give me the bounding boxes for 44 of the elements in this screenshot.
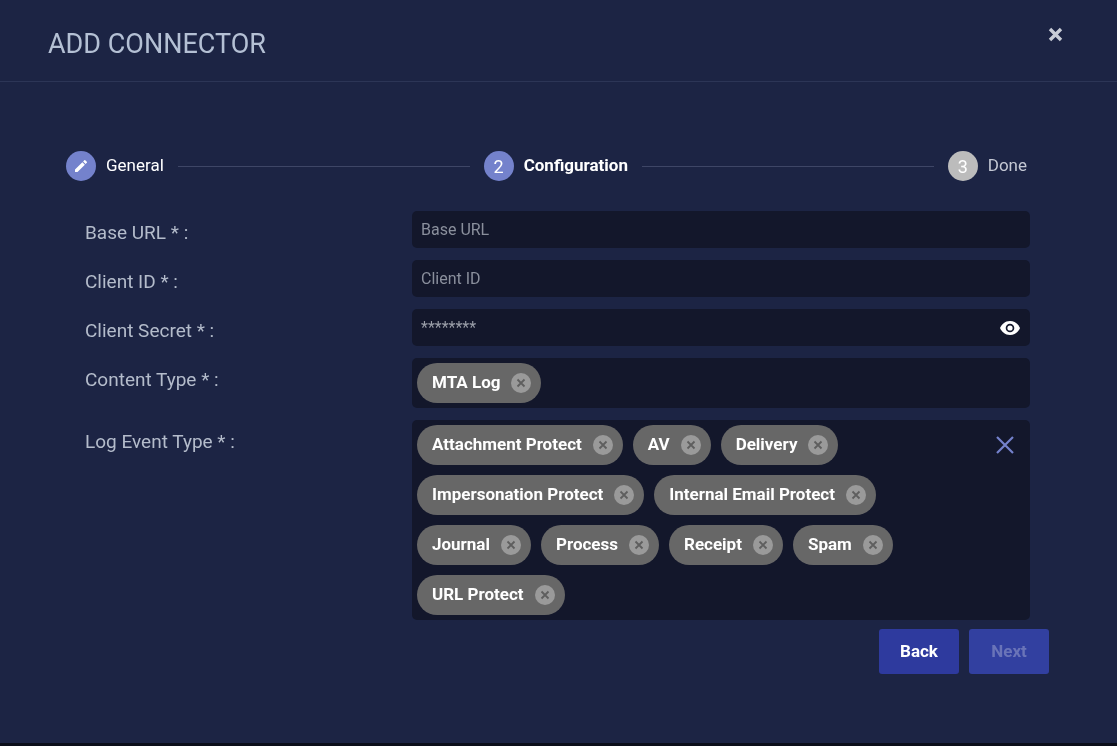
- field-label: Log Event Type * :: [85, 429, 236, 455]
- clear-all-icon[interactable]: [996, 436, 1014, 454]
- chip[interactable]: Delivery: [720, 425, 839, 465]
- dialog-title: ADD CONNECTOR: [48, 31, 266, 58]
- step-badge: 2: [483, 151, 514, 181]
- chip[interactable]: AV: [632, 425, 711, 465]
- chips-field[interactable]: MTA Log: [412, 358, 1030, 408]
- step-label: Done: [987, 154, 1027, 178]
- remove-chip-icon[interactable]: [846, 485, 866, 505]
- remove-chip-icon[interactable]: [534, 585, 555, 605]
- remove-chip-icon[interactable]: [629, 535, 649, 555]
- chip[interactable]: Attachment Protect: [417, 425, 623, 465]
- wizard-button[interactable]: Back: [879, 629, 959, 674]
- chip[interactable]: Journal: [417, 525, 531, 565]
- remove-chip-icon[interactable]: [752, 535, 773, 555]
- field-label: Base URL * :: [85, 220, 190, 246]
- chip[interactable]: Process: [540, 525, 659, 565]
- remove-chip-icon[interactable]: [500, 535, 521, 555]
- remove-chip-icon[interactable]: [808, 435, 829, 455]
- chip[interactable]: Receipt: [669, 525, 783, 565]
- remove-chip-icon[interactable]: [511, 373, 532, 393]
- remove-chip-icon[interactable]: [614, 485, 635, 505]
- masked-value: ********: [421, 316, 477, 339]
- step-label: General: [106, 154, 164, 178]
- text-field[interactable]: Client ID: [412, 260, 1030, 297]
- chip[interactable]: Spam: [792, 525, 893, 565]
- remove-chip-icon[interactable]: [862, 535, 883, 555]
- chips-field[interactable]: Attachment Protect AV Delivery Impersonation Protect Internal Email Protect Journal Process Receipt Spam URL Protect: [412, 420, 1030, 620]
- step-badge: 3: [947, 151, 978, 181]
- field-label: Client Secret * :: [85, 318, 216, 344]
- password-field[interactable]: ********: [412, 309, 1030, 346]
- close-icon[interactable]: [1048, 27, 1063, 42]
- pencil-icon: [73, 158, 89, 174]
- chip[interactable]: Internal Email Protect: [654, 475, 876, 515]
- text-field[interactable]: Base URL: [412, 211, 1030, 248]
- chip[interactable]: URL Protect: [417, 575, 565, 615]
- field-label: Client ID * :: [85, 269, 179, 295]
- remove-chip-icon[interactable]: [592, 435, 613, 455]
- chip[interactable]: Impersonation Protect: [417, 475, 645, 515]
- remove-chip-icon[interactable]: [680, 435, 701, 455]
- chip[interactable]: MTA Log: [417, 363, 542, 403]
- eye-icon[interactable]: [999, 319, 1021, 336]
- field-label: Content Type * :: [85, 367, 220, 393]
- step-label: Configuration: [523, 154, 628, 178]
